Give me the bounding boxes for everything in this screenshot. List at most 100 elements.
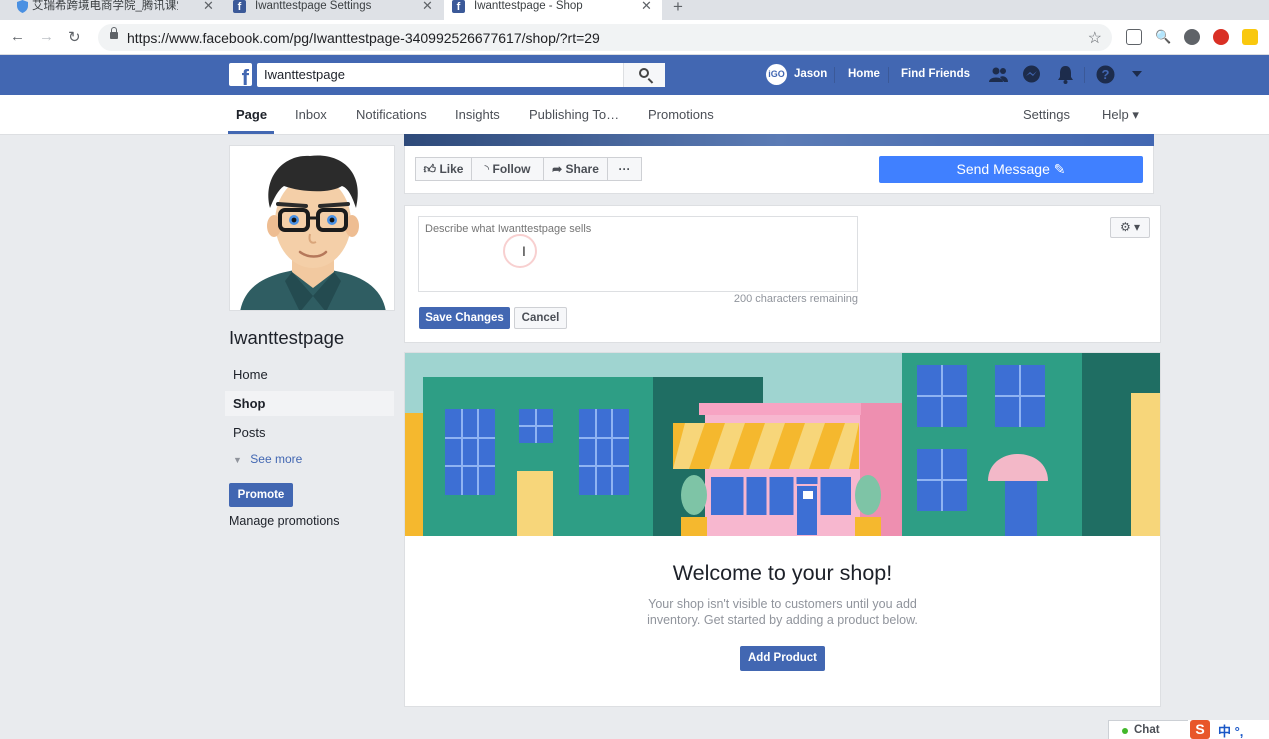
search-input[interactable]: Iwanttestpage [257,63,665,87]
facebook-logo-icon[interactable]: f [229,63,252,89]
add-product-button[interactable]: Add Product [740,646,825,671]
ime-mode-text: 中 °, [1218,724,1244,739]
lock-icon [110,27,118,39]
facebook-header: f Iwanttestpage iGO Jason Home Find Frie… [0,55,1269,95]
pencil-icon: ✎ [1053,161,1066,177]
online-status-icon [1122,728,1128,734]
chevron-down-icon: ▼ [233,455,242,465]
sidebar-item-shop[interactable]: Shop [225,391,394,416]
new-tab-icon[interactable]: + [673,0,683,17]
storefront-illustration [405,353,1160,536]
close-icon[interactable]: ✕ [422,0,433,12]
profile-link[interactable]: Jason [794,68,827,80]
tab-notifications[interactable]: Notifications [356,107,427,122]
page-title[interactable]: Iwanttestpage [229,327,344,349]
svg-text:?: ? [1102,67,1110,82]
share-arrow-icon: ➦ [552,162,563,176]
search-value: Iwanttestpage [264,67,345,82]
rss-icon: ◝ [484,162,490,176]
close-icon[interactable]: ✕ [203,0,214,12]
browser-tab[interactable]: 艾瑞希跨境电商学院_腾讯课堂 ✕ [16,0,216,20]
see-more-label: See more [250,452,303,466]
text-cursor-icon: I [522,243,526,259]
address-bar-row: ← → ↻ https://www.facebook.com/pg/Iwantt… [0,20,1269,55]
follow-button[interactable]: ◝ Follow [471,157,544,181]
cartoon-avatar [230,146,394,310]
share-label: Share [565,162,599,176]
help-icon[interactable]: ? [1096,65,1115,84]
like-button[interactable]: 👍︎ Like [415,157,472,181]
browser-tab-strip: 艾瑞希跨境电商学院_腾讯课堂 ✕ f Iwanttestpage Setting… [0,0,1269,20]
extension-zoom-icon[interactable]: 🔍 [1155,29,1171,45]
welcome-heading: Welcome to your shop! [672,561,893,585]
manage-promotions-link[interactable]: Manage promotions [229,514,339,528]
facebook-icon: f [452,0,465,13]
extension-globe-icon[interactable] [1184,29,1200,45]
search-icon [639,68,649,78]
ime-toolbar[interactable]: S 中 °, [1188,720,1269,739]
cancel-button[interactable]: Cancel [514,307,567,329]
messenger-icon[interactable] [1022,65,1041,84]
see-more-link[interactable]: ▼ See more [233,452,302,466]
tab-publishing-tools[interactable]: Publishing To… [529,107,619,122]
extension-red-icon[interactable] [1213,29,1229,45]
reload-icon[interactable]: ↻ [68,28,81,46]
save-changes-button[interactable]: Save Changes [419,307,510,329]
gear-menu-button[interactable]: ⚙ ▾ [1110,217,1150,238]
sidebar-item-home[interactable]: Home [225,362,394,387]
friend-requests-icon[interactable] [989,65,1008,84]
like-label: Like [439,162,464,176]
chat-label: Chat [1134,724,1160,736]
browser-tab-title: Iwanttestpage Settings [255,0,372,12]
welcome-description: Your shop isn't visible to customers unt… [404,596,1161,628]
profile-picture[interactable] [229,145,395,311]
bookmark-star-icon[interactable]: ☆ [1088,28,1102,48]
notifications-bell-icon[interactable] [1056,65,1075,84]
home-link[interactable]: Home [848,68,880,80]
facebook-icon: f [233,0,246,13]
tab-promotions[interactable]: Promotions [648,107,714,122]
extension-yellow-icon[interactable] [1242,29,1258,45]
send-message-label: Send Message [956,161,1050,177]
back-icon[interactable]: ← [10,28,25,45]
tab-inbox[interactable]: Inbox [295,107,327,122]
account-menu-icon[interactable] [1131,70,1143,78]
find-friends-link[interactable]: Find Friends [901,68,970,80]
shield-icon [17,0,28,13]
divider [888,67,889,83]
characters-remaining: 200 characters remaining [733,293,858,305]
divider [834,67,835,83]
more-button[interactable]: ··· [607,157,642,181]
page-subnav: Page Inbox Notifications Insights Publis… [0,95,1269,135]
click-indicator [503,234,537,268]
browser-tab-title: Iwanttestpage - Shop [474,0,583,12]
follow-label: Follow [492,162,531,176]
url-input[interactable]: https://www.facebook.com/pg/Iwanttestpag… [98,24,1112,51]
share-button[interactable]: ➦ Share [543,157,608,181]
send-message-button[interactable]: Send Message ✎ [879,156,1143,183]
promote-button[interactable]: Promote [229,483,293,507]
sogou-ime-icon: S [1190,720,1210,739]
browser-tab-active[interactable]: f Iwanttestpage - Shop ✕ [444,0,662,20]
tab-settings[interactable]: Settings [1023,107,1070,122]
tab-help[interactable]: Help ▾ [1102,107,1139,123]
browser-tab-title: 艾瑞希跨境电商学院_腾讯课堂 [32,0,178,12]
sidebar-item-posts[interactable]: Posts [225,420,394,445]
browser-tab[interactable]: f Iwanttestpage Settings ✕ [233,0,443,20]
cover-photo-edge [404,134,1154,146]
url-text: https://www.facebook.com/pg/Iwanttestpag… [127,30,600,46]
thumbs-up-icon: 👍︎ [423,162,437,176]
shop-description-input[interactable] [418,216,858,292]
chat-bar[interactable]: Chat [1108,720,1200,739]
avatar[interactable]: iGO [766,64,787,85]
welcome-line-1: Your shop isn't visible to customers unt… [648,597,917,611]
divider [1084,67,1085,83]
close-icon[interactable]: ✕ [641,0,652,12]
active-tab-indicator [228,131,274,134]
forward-icon[interactable]: → [39,28,54,45]
extension-screenshot-icon[interactable] [1126,29,1142,45]
tab-page[interactable]: Page [236,107,267,122]
tab-insights[interactable]: Insights [455,107,500,122]
welcome-line-2: inventory. Get started by adding a produ… [647,613,918,627]
search-button[interactable] [623,63,665,87]
